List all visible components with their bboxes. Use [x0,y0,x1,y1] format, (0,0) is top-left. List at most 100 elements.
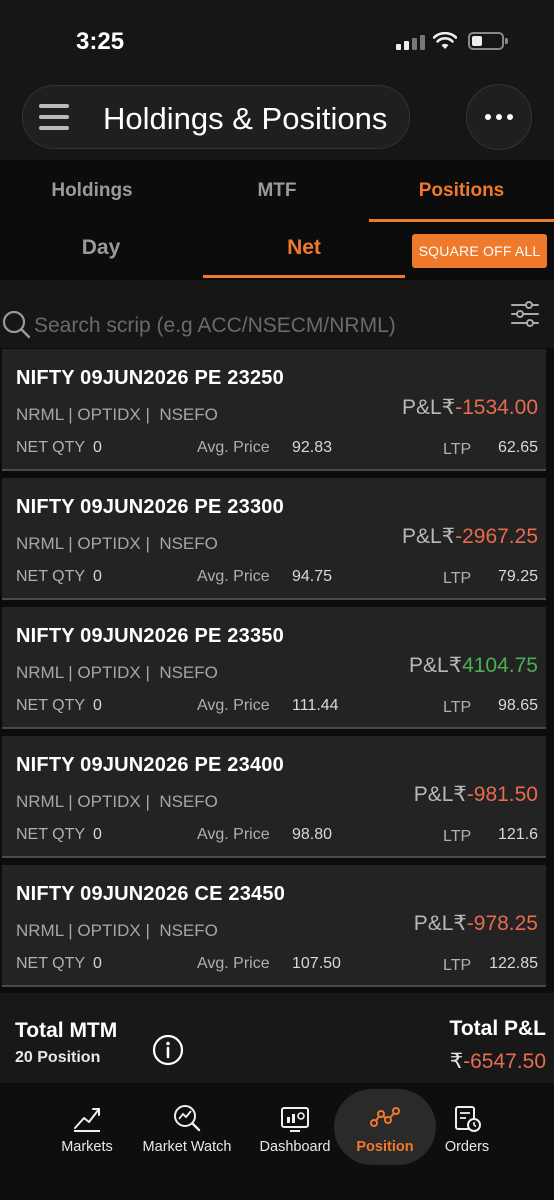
nav-markets[interactable]: Markets [47,1083,127,1171]
avg-price-label: Avg. Price [197,826,270,843]
tab-holdings[interactable]: Holdings [0,160,184,222]
subtab-day[interactable]: Day [0,222,202,278]
scrip-name: NIFTY 09JUN2026 PE 23300 [16,496,284,518]
chart-trend-icon [74,1108,100,1132]
nav-label: Markets [61,1139,113,1155]
net-qty-value: 0 [93,697,102,714]
scrip-name: NIFTY 09JUN2026 PE 23350 [16,625,284,647]
pl-amount: -2967.25 [455,525,538,548]
nav-orders[interactable]: Orders [436,1083,498,1171]
avg-price-value: 92.83 [292,439,333,456]
pl-label: P&L [402,396,442,419]
instrument-type: OPTIDX [77,921,141,940]
pl-value: P&L₹-978.25 [414,911,538,936]
ltp-value: 79.25 [497,568,538,585]
scrip-meta: NRML | OPTIDX | NSEFO [16,534,218,553]
dot-icon [496,114,502,120]
exchange: NSEFO [159,792,218,811]
ltp-label: LTP [443,699,472,716]
rupee-symbol: ₹ [441,525,456,548]
rupee-symbol: ₹ [453,912,467,935]
dot-icon [485,114,491,120]
market-watch-icon [174,1105,201,1132]
net-qty-label: NET QTY [16,439,86,456]
square-off-all-button[interactable]: SQUARE OFF ALL [412,234,547,268]
avg-price-label: Avg. Price [197,568,270,585]
pl-value: P&L₹-1534.00 [402,395,538,420]
battery-icon [468,32,508,50]
page-title: Holdings & Positions [103,101,388,136]
main-tabs: Holdings MTF Positions [0,160,554,222]
wifi-icon [433,32,457,49]
net-qty-value: 0 [93,955,102,972]
net-qty-value: 0 [93,439,102,456]
instrument-type: OPTIDX [77,663,141,682]
search-icon [2,310,30,338]
status-time: 3:25 [76,28,125,55]
pl-amount: -978.25 [466,912,538,935]
more-options-button[interactable] [466,84,532,150]
net-qty-value: 0 [93,826,102,843]
menu-icon[interactable] [39,104,69,130]
nav-position[interactable]: Position [334,1089,436,1165]
avg-price-label: Avg. Price [197,697,270,714]
tab-positions[interactable]: Positions [369,160,554,222]
scrip-meta: NRML | OPTIDX | NSEFO [16,405,218,424]
product-type: NRML [16,534,64,553]
net-qty-label: NET QTY [16,955,86,972]
rupee-symbol: ₹ [441,396,456,419]
instrument-type: OPTIDX [77,534,141,553]
nav-dashboard[interactable]: Dashboard [254,1083,336,1171]
info-icon[interactable] [152,1034,184,1066]
product-type: NRML [16,405,64,424]
ltp-value: 62.65 [497,439,538,456]
total-pl-label: Total P&L [449,1017,546,1040]
nav-market-watch[interactable]: Market Watch [134,1083,240,1171]
scrip-name: NIFTY 09JUN2026 CE 23450 [16,883,286,905]
position-card[interactable]: NIFTY 09JUN2026 CE 23450 NRML | OPTIDX |… [2,865,546,987]
rupee-symbol: ₹ [453,783,467,806]
title-bar: Holdings & Positions [22,85,410,149]
status-bar: 3:25 [0,0,554,82]
scrip-name: NIFTY 09JUN2026 PE 23250 [16,367,284,389]
pl-value: P&L₹-981.50 [414,782,538,807]
pl-value: P&L₹4104.75 [409,653,538,678]
net-qty-label: NET QTY [16,568,86,585]
filter-sliders-icon[interactable] [511,301,539,327]
instrument-type: OPTIDX [77,792,141,811]
position-card[interactable]: NIFTY 09JUN2026 PE 23300 NRML | OPTIDX |… [2,478,546,600]
exchange: NSEFO [159,663,218,682]
app-header: Holdings & Positions [0,82,554,160]
cellular-signal-icon [396,35,425,50]
avg-price-label: Avg. Price [197,955,270,972]
exchange: NSEFO [159,534,218,553]
search-input[interactable] [34,310,484,342]
ltp-label: LTP [443,828,472,845]
nav-label: Market Watch [142,1139,232,1155]
summary-bar: Total MTM 20 Position Total P&L ₹-6547.5… [0,993,554,1083]
pl-value: P&L₹-2967.25 [402,524,538,549]
net-qty-label: NET QTY [16,697,86,714]
pl-label: P&L [402,525,442,548]
product-type: NRML [16,792,64,811]
nav-label: Dashboard [259,1139,331,1155]
exchange: NSEFO [159,405,218,424]
dashboard-icon [281,1107,309,1132]
position-card[interactable]: NIFTY 09JUN2026 PE 23250 NRML | OPTIDX |… [2,349,546,471]
avg-price-value: 107.50 [292,955,341,972]
tab-mtf[interactable]: MTF [185,160,369,222]
dot-icon [507,114,513,120]
scrip-meta: NRML | OPTIDX | NSEFO [16,921,218,940]
ltp-value: 98.65 [497,697,538,714]
ltp-label: LTP [443,441,472,458]
total-mtm-label: Total MTM [15,1019,118,1042]
total-pl-value: ₹-6547.50 [450,1049,546,1074]
position-card[interactable]: NIFTY 09JUN2026 PE 23350 NRML | OPTIDX |… [2,607,546,729]
avg-price-value: 98.80 [292,826,333,843]
position-card[interactable]: NIFTY 09JUN2026 PE 23400 NRML | OPTIDX |… [2,736,546,858]
subtab-net[interactable]: Net [203,222,405,278]
scrip-name: NIFTY 09JUN2026 PE 23400 [16,754,284,776]
net-qty-value: 0 [93,568,102,585]
net-qty-label: NET QTY [16,826,86,843]
rupee-symbol: ₹ [449,1050,464,1073]
